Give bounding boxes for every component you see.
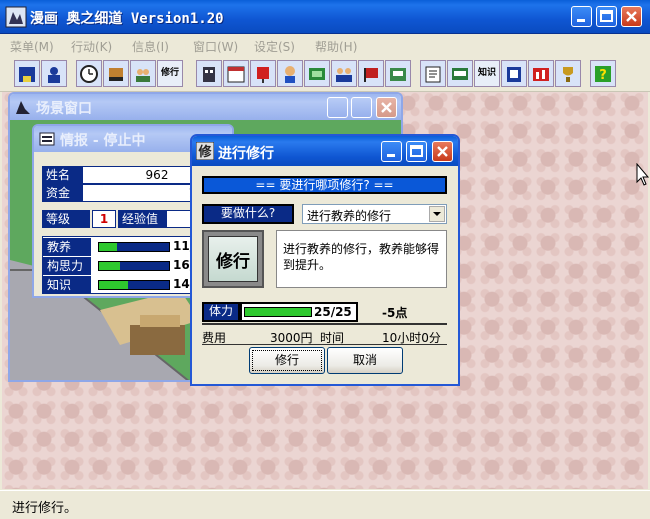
close-button[interactable] [621,6,642,27]
training-icon: 修 [196,142,214,160]
maximize-button[interactable] [596,6,617,27]
toolbar: 修行 知识 ? [0,56,650,92]
training-titlebar[interactable]: 修 进行修行 [192,136,458,166]
minimize-button[interactable] [571,6,592,27]
scene-maximize-button[interactable] [351,97,372,118]
svg-text:?: ? [599,68,607,83]
knowledge-tool[interactable]: 知识 [474,60,500,87]
scene-close-button[interactable] [376,97,397,118]
training-dialog[interactable]: 修 进行修行 == 要进行哪项修行? == 要做什么? 进行教养的修行 修行 进… [190,134,460,386]
stat-label-0: 教养 [43,238,91,256]
dialog-close-button[interactable] [432,141,453,162]
menu-info[interactable]: 信息(I) [132,38,169,55]
facility-tool-icon[interactable] [304,60,330,87]
training-body: == 要进行哪项修行? == 要做什么? 进行教养的修行 修行 进行教养的修行，… [192,166,458,384]
money-label: 资金 [42,184,82,202]
scene-title: 场景窗口 [36,101,92,117]
divider [202,323,447,325]
go-out-tool-icon[interactable] [103,60,129,87]
menu-settings[interactable]: 设定(S) [254,38,295,55]
scene-minimize-button[interactable] [327,97,348,118]
magazine-tool-icon[interactable] [385,60,411,87]
level-label: 等级 [42,210,90,228]
what-label: 要做什么? [202,204,294,224]
menu-action[interactable]: 行动(K) [71,38,112,55]
clock-tool-icon[interactable] [76,60,102,87]
stamina-value: 25/25 [314,305,352,319]
stamina-delta: -5点 [382,306,408,320]
scene-icon [16,101,30,114]
training-description: 进行教养的修行，教养能够得到提升。 [276,230,447,288]
info-icon [39,132,55,146]
trophy-tool-icon[interactable] [555,60,581,87]
training-title: 进行修行 [218,146,274,162]
chart-tool-icon[interactable] [528,60,554,87]
menu-main[interactable]: 菜单(M) [10,38,54,55]
mailbox-tool-icon[interactable] [250,60,276,87]
training-type-value: 进行教养的修行 [307,209,392,223]
cursor-icon [636,163,650,186]
flag-tool-icon[interactable] [358,60,384,87]
menubar: 菜单(M) 行动(K) 信息(I) 窗口(W) 设定(S) 帮助(H) [0,34,650,56]
character-tool-icon[interactable] [277,60,303,87]
stat-label-2: 知识 [43,276,91,294]
dialog-minimize-button[interactable] [381,141,402,162]
stamina-bar [244,307,312,317]
stamina-box: 25/25 [240,302,358,322]
divider-2 [202,344,447,345]
stat-bar-0 [98,242,170,252]
exp-label: 经验值 [118,210,166,228]
dialog-maximize-button[interactable] [406,141,427,162]
menu-help[interactable]: 帮助(H) [315,38,357,55]
main-window: 漫画 奥之细道 Version1.20 菜单(M) 行动(K) 信息(I) 窗口… [0,0,650,519]
cancel-button[interactable]: 取消 [327,347,403,374]
chevron-down-icon[interactable] [429,206,445,222]
stamina-label: 体力 [202,302,240,322]
works-tool-icon[interactable] [420,60,446,87]
info-title: 情报 - 停止中 [60,133,146,149]
save-tool-icon[interactable] [14,60,40,87]
menu-window[interactable]: 窗口(W) [193,38,238,55]
scene-titlebar[interactable]: 场景窗口 [10,94,401,120]
help-tool-icon[interactable]: ? [590,60,616,87]
svg-text:修: 修 [197,144,212,160]
statusbar: 进行修行。 [0,490,650,519]
calendar-tool-icon[interactable] [223,60,249,87]
app-titlebar[interactable]: 漫画 奥之细道 Version1.20 [0,0,650,34]
training-type-select[interactable]: 进行教养的修行 [302,204,447,224]
complete-tool-icon[interactable] [447,60,473,87]
level-value: 1 [92,210,116,228]
stat-label-1: 构思力 [43,257,91,275]
app-title: 漫画 奥之细道 Version1.20 [30,11,224,27]
work-tool-icon[interactable] [130,60,156,87]
training-image: 修行 [202,230,264,288]
ranking-tool-icon[interactable] [501,60,527,87]
name-label: 姓名 [42,166,82,184]
stat-bar-1 [98,261,170,271]
status-text: 进行修行。 [12,501,78,516]
app-icon [5,6,27,28]
training-image-label: 修行 [208,236,258,282]
group-tool-icon[interactable] [331,60,357,87]
building-tool-icon[interactable] [196,60,222,87]
train-button[interactable]: 修行 [249,347,325,374]
question-banner: == 要进行哪项修行? == [202,176,447,194]
person-tool-icon[interactable] [41,60,67,87]
stat-bar-2 [98,280,170,290]
training-tool[interactable]: 修行 [157,60,183,87]
